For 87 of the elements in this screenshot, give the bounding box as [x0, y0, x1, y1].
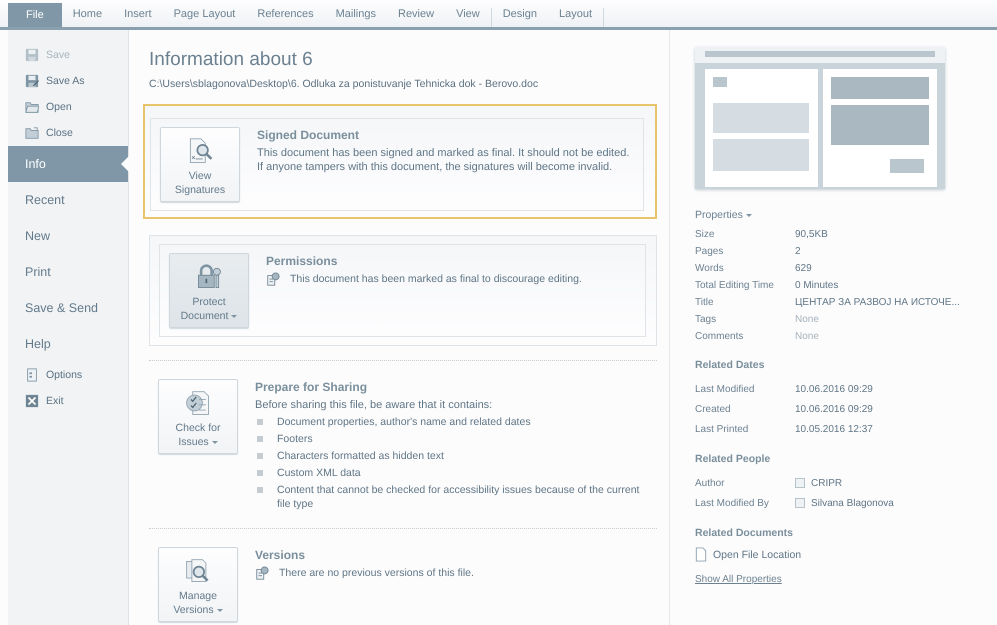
menu-command[interactable]: Close [8, 120, 128, 146]
ribbon-tab[interactable]: Insert [113, 8, 163, 27]
bullet-text: Custom XML data [277, 466, 361, 480]
property-value: 10.06.2016 09:29 [795, 384, 873, 394]
property-value: 10.06.2016 09:29 [795, 404, 873, 414]
property-label: Author [695, 478, 726, 488]
menu-page[interactable]: Help [8, 326, 128, 362]
group-heading: Related Dates [695, 359, 766, 371]
group-heading[interactable]: Properties [695, 209, 987, 221]
menu-page[interactable]: Info [8, 146, 128, 182]
menu-command[interactable]: Open [8, 94, 128, 120]
property-value: Silvana Blagonova [811, 498, 894, 508]
property-value: 10.05.2016 12:37 [795, 424, 873, 434]
document-badge-icon [266, 272, 280, 286]
property-label: Last Modified By [695, 498, 770, 508]
bullet-text: Document properties, author's name and related dates [277, 415, 531, 429]
ribbon-tab[interactable]: Review [387, 8, 446, 27]
info-title: Information about 6 [149, 49, 314, 71]
file-path: C:\Users\sblagonova\Desktop\6. Odluka za ponistuvanje Tehnicka dok - Berovo.doc [149, 78, 540, 90]
property-value: None [795, 331, 819, 342]
bullet-icon [257, 436, 263, 442]
menu-command[interactable]: Exit [8, 388, 128, 414]
document-icon [25, 368, 39, 382]
property-label: Title [695, 297, 715, 308]
section-heading: Prepare for Sharing [255, 380, 368, 394]
bullet-icon [257, 453, 263, 459]
ribbon-tab[interactable]: View [445, 8, 492, 27]
folder-icon [25, 126, 39, 140]
menu-command[interactable]: Save As [8, 68, 128, 94]
menu-page[interactable]: New [8, 218, 128, 254]
property-value: 0 Minutes [795, 280, 838, 291]
property-label: Size [695, 229, 716, 240]
menu-page[interactable]: Recent [8, 182, 128, 218]
section-text: Before sharing this file, be aware that it contains: [255, 398, 494, 412]
document-badge-icon [255, 566, 269, 580]
property-value: None [795, 314, 819, 325]
caret-icon [746, 214, 752, 217]
action-button[interactable]: Check for Issues [158, 379, 238, 454]
ribbon-tab[interactable]: Mailings [324, 8, 387, 27]
property-value: CRIPR [811, 478, 842, 488]
property-value: 90,5KB [795, 229, 828, 240]
menu-command[interactable]: Options [8, 362, 128, 388]
group-heading: Related Documents [695, 527, 794, 539]
property-label: Words [695, 263, 725, 274]
section-note: There are no previous versions of this file. [279, 567, 474, 579]
action-button[interactable]: Manage Versions [158, 547, 238, 622]
document-icon [695, 547, 707, 562]
property-label: Total Editing Time [695, 280, 775, 291]
floppy-icon [25, 48, 39, 62]
property-label: Pages [695, 246, 724, 257]
bullet-icon [257, 487, 263, 493]
action-button[interactable]: Protect Document [169, 253, 249, 328]
checklist-icon [184, 389, 212, 417]
bullet-icon [257, 419, 263, 425]
ribbon-tab[interactable]: Page Layout [162, 8, 246, 27]
lock-key-icon [195, 263, 223, 291]
section-text: This document has been signed and marked as final. It should not be edited. If anyone tampers with this document, the signatures will become invalid. [257, 146, 630, 174]
menu-page[interactable]: Save & Send [8, 290, 128, 326]
property-value: 629 [795, 263, 812, 274]
property-value: 2 [795, 246, 801, 257]
action-button[interactable]: View Signatures [160, 127, 240, 202]
section-heading: Versions [255, 548, 306, 562]
property-label: Tags [695, 314, 718, 325]
bullet-text: Content that cannot be checked for accessibility issues because of the current file type [277, 483, 640, 511]
show-all-properties-link[interactable]: Show All Properties [695, 574, 782, 585]
bullet-icon [257, 470, 263, 476]
bullet-text: Characters formatted as hidden text [277, 449, 444, 463]
ribbon-tab[interactable]: Home [62, 8, 114, 27]
ribbon-tab[interactable]: References [246, 8, 325, 27]
open-file-location-link[interactable]: Open File Location [713, 548, 802, 560]
menu-page[interactable]: Print [8, 254, 128, 290]
property-value: ЦЕНТАР ЗА РАЗВОЈ НА ИСТОЧЕ... [795, 297, 960, 308]
property-label: Created [695, 404, 732, 414]
property-label: Last Printed [695, 424, 750, 434]
bullet-text: Footers [277, 432, 313, 446]
section-heading: Permissions [266, 254, 338, 268]
ribbon-tab[interactable]: Design [492, 8, 548, 27]
folder-open-icon [25, 100, 39, 114]
property-label: Comments [695, 331, 744, 342]
section-heading: Signed Document [257, 128, 360, 142]
close-icon [25, 394, 39, 408]
section-note: This document has been marked as final to discourage editing. [290, 273, 582, 285]
floppy-pen-icon [25, 74, 39, 88]
ribbon-tab[interactable]: File [8, 3, 62, 27]
ribbon-tab[interactable]: Layout [548, 8, 604, 27]
property-label: Last Modified [695, 384, 756, 394]
group-heading: Related People [695, 453, 772, 465]
